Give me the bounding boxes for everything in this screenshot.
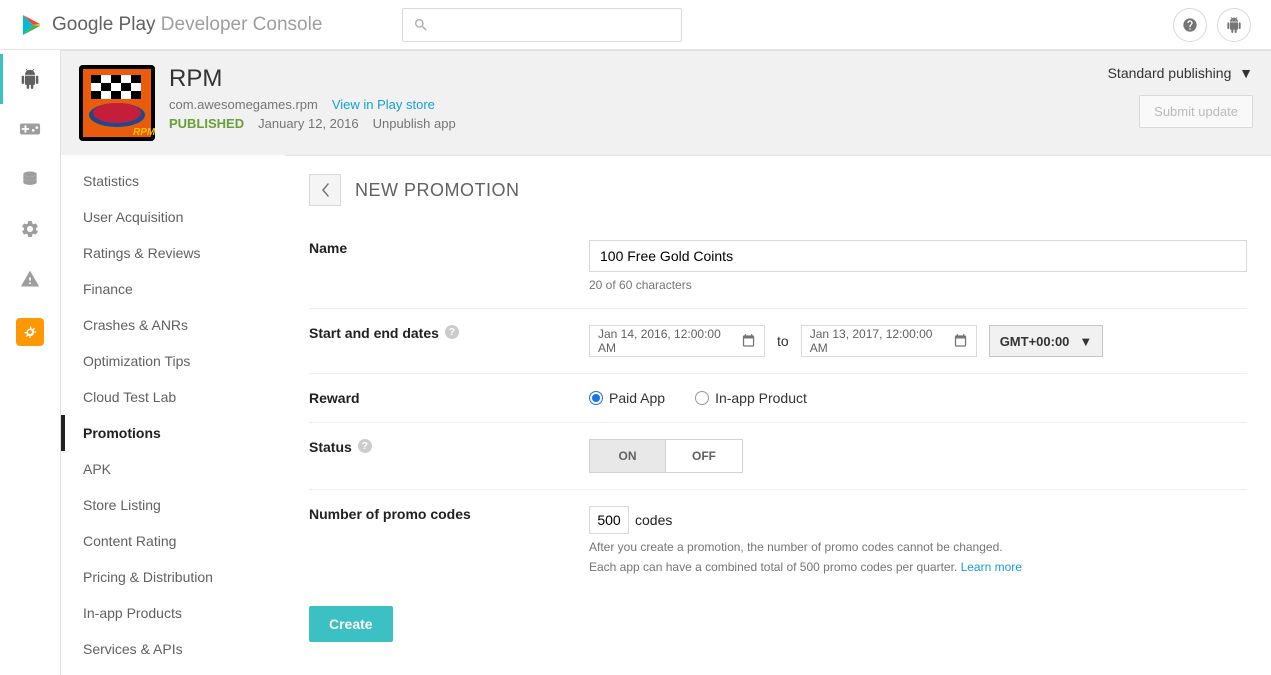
- main-pane: NEW PROMOTION Name 20 of 60 characters S…: [285, 155, 1271, 675]
- app-sidebar: Statistics User Acquisition Ratings & Re…: [61, 155, 286, 675]
- help-icon: [1182, 17, 1198, 33]
- top-bar: Google Play Developer Console: [0, 0, 1271, 50]
- sidebar-item-statistics[interactable]: Statistics: [61, 163, 285, 199]
- unpublish-link[interactable]: Unpublish app: [373, 116, 456, 131]
- play-store-icon: [20, 13, 44, 37]
- svg-text:RPM: RPM: [133, 127, 155, 138]
- help-icon[interactable]: ?: [358, 439, 372, 453]
- rail-announcements[interactable]: [16, 318, 44, 346]
- chevron-left-icon: [320, 183, 330, 197]
- sidebar-item-optimization-tips[interactable]: Optimization Tips: [61, 343, 285, 379]
- end-date-input[interactable]: Jan 13, 2017, 12:00:00 AM: [801, 325, 977, 357]
- promo-codes-input[interactable]: [589, 506, 629, 534]
- gear-icon: [20, 219, 40, 239]
- promotion-name-input[interactable]: [589, 240, 1247, 272]
- publishing-mode-select[interactable]: Standard publishing ▼: [1108, 65, 1253, 81]
- app-status: PUBLISHED: [169, 116, 244, 131]
- sidebar-item-crashes-anrs[interactable]: Crashes & ANRs: [61, 307, 285, 343]
- radio-icon: [589, 391, 603, 405]
- create-button[interactable]: Create: [309, 606, 393, 642]
- back-button[interactable]: [309, 174, 341, 206]
- status-off-button[interactable]: OFF: [666, 440, 742, 472]
- app-publish-date: January 12, 2016: [258, 116, 358, 131]
- app-package: com.awesomegames.rpm: [169, 97, 318, 112]
- calendar-icon: [953, 333, 968, 349]
- submit-update-button[interactable]: Submit update: [1139, 95, 1253, 128]
- search-icon: [413, 17, 429, 33]
- sidebar-item-ratings-reviews[interactable]: Ratings & Reviews: [61, 235, 285, 271]
- codes-hint-1: After you create a promotion, the number…: [589, 540, 1247, 554]
- search-input[interactable]: [402, 8, 682, 42]
- android-icon: [20, 69, 40, 89]
- sidebar-item-apk[interactable]: APK: [61, 451, 285, 487]
- status-label: Status: [309, 439, 352, 455]
- name-hint: 20 of 60 characters: [589, 278, 1247, 292]
- brand-text: Google Play Developer Console: [52, 14, 322, 36]
- reward-iap-radio[interactable]: In-app Product: [695, 390, 807, 406]
- learn-more-link[interactable]: Learn more: [961, 560, 1022, 574]
- app-name: RPM: [169, 65, 456, 93]
- brand-logo[interactable]: Google Play Developer Console: [20, 13, 322, 37]
- timezone-select[interactable]: GMT+00:00▼: [989, 325, 1104, 357]
- sidebar-item-in-app-products[interactable]: In-app Products: [61, 595, 285, 631]
- help-icon[interactable]: ?: [445, 325, 459, 339]
- status-toggle: ON OFF: [589, 439, 743, 473]
- rail-games[interactable]: [19, 118, 41, 140]
- database-icon: [20, 169, 40, 189]
- rail-settings[interactable]: [19, 218, 41, 240]
- sidebar-item-store-listing[interactable]: Store Listing: [61, 487, 285, 523]
- sidebar-item-services-apis[interactable]: Services & APIs: [61, 631, 285, 667]
- gamepad-icon: [19, 118, 41, 140]
- pane-title: NEW PROMOTION: [355, 180, 520, 201]
- sidebar-item-cloud-test-lab[interactable]: Cloud Test Lab: [61, 379, 285, 415]
- codes-hint-2: Each app can have a combined total of 50…: [589, 560, 1247, 574]
- sidebar-item-user-acquisition[interactable]: User Acquisition: [61, 199, 285, 235]
- to-text: to: [777, 333, 789, 349]
- view-in-store-link[interactable]: View in Play store: [332, 97, 435, 112]
- start-date-input[interactable]: Jan 14, 2016, 12:00:00 AM: [589, 325, 765, 357]
- sidebar-item-promotions[interactable]: Promotions: [61, 415, 285, 451]
- sidebar-item-pricing-distribution[interactable]: Pricing & Distribution: [61, 559, 285, 595]
- rail-apps[interactable]: [19, 68, 41, 90]
- rail-cloud[interactable]: [19, 168, 41, 190]
- reward-label: Reward: [309, 390, 589, 406]
- name-label: Name: [309, 240, 589, 292]
- codes-suffix: codes: [635, 512, 672, 528]
- android-icon: [1226, 17, 1242, 33]
- rail-alerts[interactable]: [19, 268, 41, 290]
- calendar-icon: [741, 333, 756, 349]
- app-icon: RPM: [79, 65, 155, 141]
- megaphone-icon: [22, 324, 38, 340]
- icon-rail: [0, 50, 60, 675]
- sidebar-item-content-rating[interactable]: Content Rating: [61, 523, 285, 559]
- reward-paid-radio[interactable]: Paid App: [589, 390, 665, 406]
- help-button[interactable]: [1173, 8, 1207, 42]
- dates-label: Start and end dates: [309, 325, 439, 341]
- sidebar-item-finance[interactable]: Finance: [61, 271, 285, 307]
- status-on-button[interactable]: ON: [590, 440, 666, 472]
- warning-icon: [20, 269, 40, 289]
- codes-label: Number of promo codes: [309, 506, 589, 574]
- account-button[interactable]: [1217, 8, 1251, 42]
- app-header: RPM RPM com.awesomegames.rpm View in Pla…: [61, 51, 1271, 155]
- radio-icon: [695, 391, 709, 405]
- chevron-down-icon: ▼: [1079, 334, 1092, 349]
